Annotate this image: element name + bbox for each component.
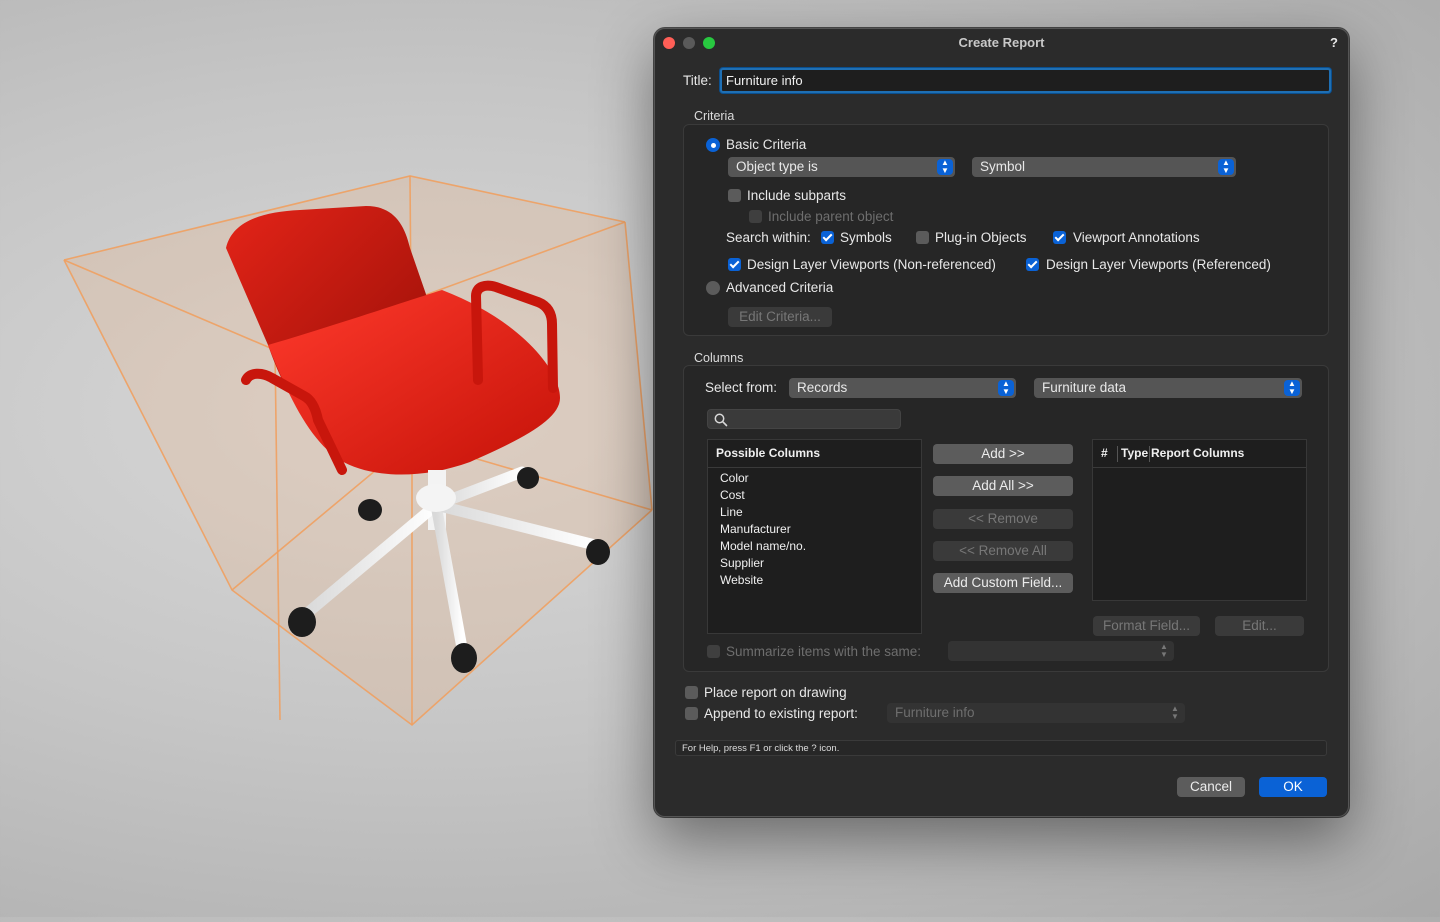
create-report-dialog: Create Report ? Title: Furniture info Cr… (654, 28, 1349, 817)
format-field-button[interactable]: Format Field... (1093, 616, 1200, 636)
remove-button[interactable]: << Remove (933, 509, 1073, 529)
dlv-ref-checkbox[interactable] (1026, 258, 1039, 271)
report-type-col: Type (1121, 446, 1149, 460)
dlv-nonref-checkbox[interactable] (728, 258, 741, 271)
append-report-checkbox[interactable] (685, 707, 698, 720)
dialog-title: Create Report (958, 35, 1045, 50)
summarize-checkbox[interactable] (707, 645, 720, 658)
append-report-popup[interactable]: Furniture info ▲ ▼ (887, 703, 1185, 723)
plugin-objects-label: Plug-in Objects (935, 230, 1027, 245)
title-label: Title: (683, 73, 712, 88)
up-down-chevron-icon: ▲ ▼ (1284, 380, 1300, 396)
criteria-section-label: Criteria (694, 109, 735, 123)
select-from-popup[interactable]: Records ▲ ▼ (789, 378, 1016, 398)
list-item[interactable]: Model name/no. (720, 539, 806, 553)
criteria-value-text: Symbol (980, 159, 1026, 174)
up-down-chevron-icon: ▲ ▼ (1218, 159, 1234, 175)
summarize-label: Summarize items with the same: (726, 644, 922, 659)
column-divider (1117, 446, 1118, 462)
edit-criteria-button[interactable]: Edit Criteria... (728, 307, 832, 327)
dlv-nonref-label: Design Layer Viewports (Non-referenced) (747, 257, 996, 272)
edit-button[interactable]: Edit... (1215, 616, 1304, 636)
possible-columns-header: Possible Columns (708, 440, 921, 468)
column-divider (1149, 446, 1150, 462)
possible-columns-list[interactable]: Possible Columns Color Cost Line Manufac… (707, 439, 922, 634)
add-custom-field-button[interactable]: Add Custom Field... (933, 573, 1073, 593)
report-columns-col: Report Columns (1151, 446, 1245, 460)
append-report-label: Append to existing report: (704, 706, 858, 721)
criteria-group: Basic Criteria Object type is ▲ ▼ Symbol … (683, 124, 1329, 336)
select-from-value: Records (797, 380, 848, 395)
criteria-field-popup[interactable]: Object type is ▲ ▼ (728, 157, 955, 177)
add-button[interactable]: Add >> (933, 444, 1073, 464)
record-popup[interactable]: Furniture data ▲ ▼ (1034, 378, 1302, 398)
remove-all-button[interactable]: << Remove All (933, 541, 1073, 561)
basic-criteria-radio[interactable] (706, 138, 720, 152)
help-icon[interactable]: ? (1330, 35, 1338, 50)
list-item[interactable]: Cost (720, 488, 745, 502)
advanced-criteria-label: Advanced Criteria (726, 280, 834, 295)
list-item[interactable]: Manufacturer (720, 522, 791, 536)
up-down-chevron-icon: ▲ ▼ (998, 380, 1014, 396)
help-status-bar: For Help, press F1 or click the ? icon. (675, 740, 1327, 756)
up-down-chevron-icon: ▲ ▼ (1171, 704, 1179, 721)
include-parent-label: Include parent object (768, 209, 894, 224)
columns-section-label: Columns (694, 351, 744, 365)
report-columns-list[interactable]: # Type Report Columns (1092, 439, 1307, 601)
report-columns-header: # Type Report Columns (1093, 440, 1306, 468)
column-search-field[interactable] (707, 409, 901, 429)
up-down-chevron-icon: ▲ ▼ (937, 159, 953, 175)
record-value: Furniture data (1042, 380, 1127, 395)
up-down-chevron-icon: ▲ ▼ (1160, 642, 1168, 659)
advanced-criteria-radio[interactable] (706, 281, 720, 295)
viewport-annotations-label: Viewport Annotations (1073, 230, 1200, 245)
title-bar[interactable]: Create Report ? (655, 29, 1348, 57)
report-hash-col: # (1101, 446, 1108, 460)
include-subparts-label: Include subparts (747, 188, 847, 203)
include-parent-checkbox[interactable] (749, 210, 762, 223)
place-report-checkbox[interactable] (685, 686, 698, 699)
basic-criteria-label: Basic Criteria (726, 137, 807, 152)
select-from-label: Select from: (705, 380, 778, 395)
column-search-input[interactable] (732, 411, 896, 429)
search-within-label: Search within: (726, 230, 811, 245)
list-item[interactable]: Supplier (720, 556, 764, 570)
dlv-ref-label: Design Layer Viewports (Referenced) (1046, 257, 1271, 272)
symbols-label: Symbols (840, 230, 892, 245)
summarize-popup[interactable]: ▲ ▼ (948, 641, 1174, 661)
add-all-button[interactable]: Add All >> (933, 476, 1073, 496)
criteria-value-popup[interactable]: Symbol ▲ ▼ (972, 157, 1236, 177)
place-report-label: Place report on drawing (704, 685, 847, 700)
3d-viewport[interactable] (0, 0, 660, 917)
search-icon (714, 413, 728, 427)
ok-button[interactable]: OK (1259, 777, 1327, 797)
chair-model-illustration (63, 175, 653, 727)
criteria-field-value: Object type is (736, 159, 818, 174)
viewport-annotations-checkbox[interactable] (1053, 231, 1066, 244)
plugin-objects-checkbox[interactable] (916, 231, 929, 244)
list-item[interactable]: Color (720, 471, 749, 485)
cancel-button[interactable]: Cancel (1177, 777, 1245, 797)
title-input[interactable]: Furniture info (720, 68, 1331, 93)
list-item[interactable]: Line (720, 505, 743, 519)
include-subparts-checkbox[interactable] (728, 189, 741, 202)
append-report-value: Furniture info (895, 705, 975, 720)
list-item[interactable]: Website (720, 573, 763, 587)
symbols-checkbox[interactable] (821, 231, 834, 244)
